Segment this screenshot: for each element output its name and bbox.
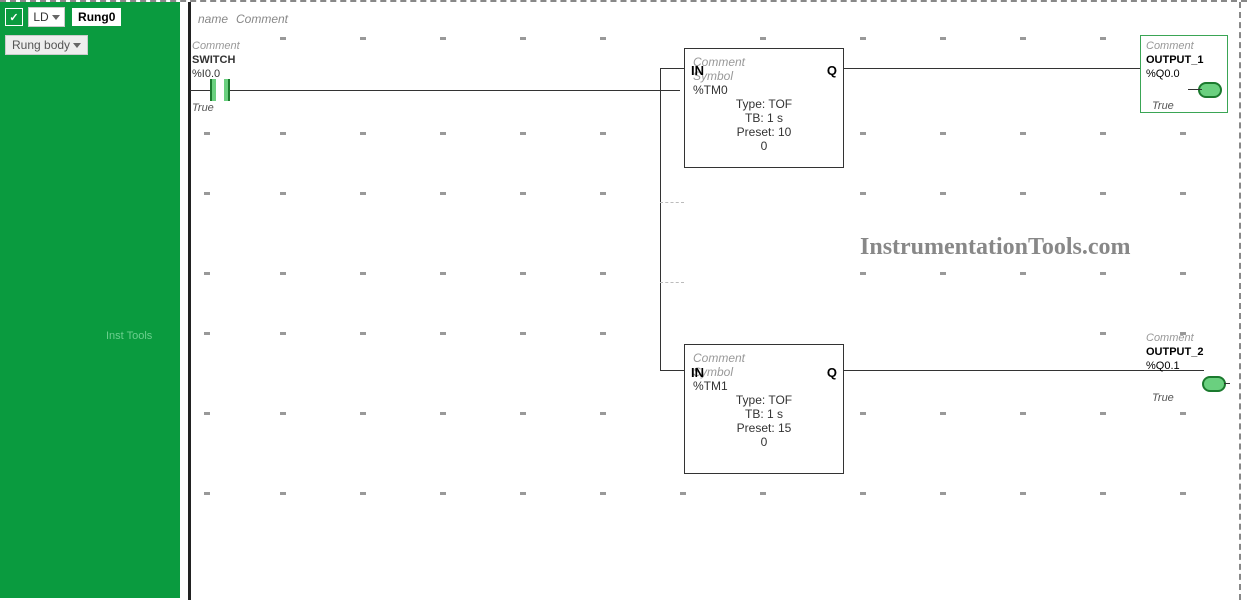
- timer-type: Type: TOF: [693, 393, 835, 407]
- contact-name: SWITCH: [192, 54, 235, 66]
- sidebar: ✓ LD Rung0 Rung body Inst Tools: [0, 2, 180, 598]
- wire: [230, 90, 680, 91]
- timer-block-tm0[interactable]: IN Q Comment Symbol %TM0 Type: TOF TB: 1…: [684, 48, 844, 168]
- rung-body-label: Rung body: [12, 38, 70, 52]
- timer-comment: Comment: [693, 55, 835, 69]
- wire-dashed: [660, 202, 684, 203]
- timer-address: %TM1: [693, 379, 835, 393]
- contact-address: %I0.0: [192, 68, 220, 80]
- timer-comment: Comment: [693, 351, 835, 365]
- contact-comment: Comment: [192, 40, 240, 52]
- wire: [660, 68, 661, 91]
- wire: [660, 370, 684, 371]
- coil2-state: True: [1152, 392, 1174, 404]
- wire: [660, 90, 661, 370]
- coil1-name: OUTPUT_1: [1146, 54, 1203, 66]
- watermark-text: InstrumentationTools.com: [860, 234, 1130, 261]
- caret-down-icon: [52, 15, 60, 20]
- timer-type: Type: TOF: [693, 97, 835, 111]
- wire: [844, 68, 1190, 69]
- coil1-address: %Q0.0: [1146, 68, 1180, 80]
- language-dropdown[interactable]: LD: [28, 7, 64, 27]
- timer-preset: Preset: 15: [693, 421, 835, 435]
- contact-switch[interactable]: [210, 79, 230, 101]
- coil-output2[interactable]: [1202, 376, 1226, 392]
- timer-block-tm1[interactable]: IN Q Comment Symbol %TM1 Type: TOF TB: 1…: [684, 344, 844, 474]
- timer-q-label: Q: [827, 365, 837, 380]
- right-dashed-edge: [1239, 2, 1241, 600]
- left-power-rail: [188, 2, 191, 600]
- coil2-address: %Q0.1: [1146, 360, 1180, 372]
- coil1-state: True: [1152, 100, 1174, 112]
- timer-symbol: Symbol: [693, 69, 835, 83]
- timer-symbol: Symbol: [693, 365, 835, 379]
- wire-dashed: [660, 282, 684, 283]
- timer-tb: TB: 1 s: [693, 407, 835, 421]
- timer-address: %TM0: [693, 83, 835, 97]
- wire: [1188, 89, 1202, 90]
- timer-value: 0: [693, 435, 835, 449]
- timer-tb: TB: 1 s: [693, 111, 835, 125]
- column-header-name: name: [198, 12, 228, 26]
- timer-q-label: Q: [827, 63, 837, 78]
- caret-down-icon: [73, 43, 81, 48]
- timer-value: 0: [693, 139, 835, 153]
- wire: [1224, 383, 1230, 384]
- coil-output1[interactable]: [1198, 82, 1222, 98]
- ladder-canvas[interactable]: name Comment Comment SWITCH %I0.0 True I…: [180, 2, 1247, 600]
- sidebar-watermark: Inst Tools: [106, 330, 152, 342]
- timer-preset: Preset: 10: [693, 125, 835, 139]
- coil1-comment: Comment: [1146, 40, 1194, 52]
- wire: [190, 90, 210, 91]
- timer-in-label: IN: [691, 365, 704, 380]
- wire: [660, 68, 684, 69]
- contact-state: True: [192, 102, 214, 114]
- rung-body-dropdown[interactable]: Rung body: [5, 35, 88, 55]
- rung-title: Rung0: [72, 8, 121, 26]
- coil2-comment: Comment: [1146, 332, 1194, 344]
- timer-in-label: IN: [691, 63, 704, 78]
- coil2-name: OUTPUT_2: [1146, 346, 1203, 358]
- column-header-comment: Comment: [236, 12, 288, 26]
- validate-check-icon[interactable]: ✓: [5, 8, 23, 26]
- language-label: LD: [33, 10, 48, 24]
